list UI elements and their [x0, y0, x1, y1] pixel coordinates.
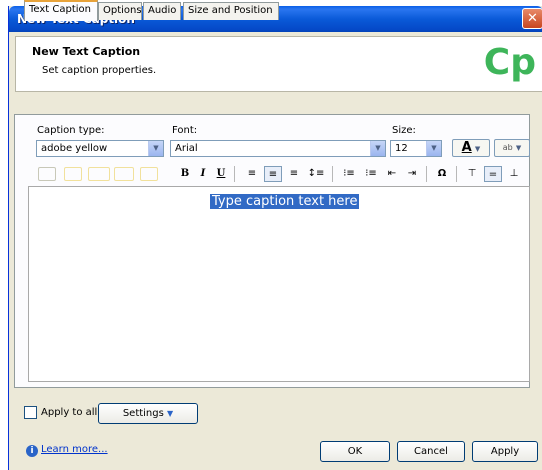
text-color-icon: A — [461, 140, 472, 155]
settings-button[interactable]: Settings ▼ — [98, 403, 198, 424]
caption-text[interactable]: Type caption text here — [210, 194, 360, 209]
chevron-down-icon: ▼ — [370, 141, 385, 156]
chevron-down-icon: ▼ — [515, 144, 522, 152]
caption-shape-bottom-callout-button[interactable] — [88, 167, 110, 181]
toolbar-separator — [234, 166, 235, 182]
chevron-down-icon: ▼ — [474, 145, 481, 153]
caption-shape-rect-button[interactable] — [38, 167, 56, 181]
header-panel: New Text Caption Set caption properties.… — [15, 36, 542, 92]
apply-button[interactable]: Apply — [472, 441, 538, 462]
captivate-logo: Cp — [483, 42, 536, 83]
apply-to-all-label: Apply to all — [41, 407, 98, 418]
settings-label: Settings — [122, 408, 164, 419]
cancel-button[interactable]: Cancel — [397, 441, 465, 462]
caption-shape-right-callout-button[interactable] — [114, 167, 134, 181]
align-center-button[interactable]: ≡ — [264, 166, 282, 182]
apply-to-all-checkbox[interactable] — [24, 406, 37, 419]
underline-button[interactable]: U — [214, 166, 228, 182]
size-value: 12 — [395, 143, 408, 154]
valign-top-button[interactable]: ⊤ — [464, 166, 480, 182]
chevron-down-icon: ▼ — [167, 409, 174, 418]
chevron-down-icon: ▼ — [148, 141, 163, 156]
numbered-list-button[interactable]: ⁝≡ — [362, 166, 380, 182]
caption-text-editor[interactable] — [28, 186, 530, 382]
italic-button[interactable]: I — [196, 166, 210, 182]
tab-audio[interactable]: Audio — [143, 2, 181, 20]
header-subtitle: Set caption properties. — [42, 65, 157, 76]
caption-type-label: Caption type: — [37, 125, 105, 136]
toolbar-separator — [456, 166, 457, 182]
info-icon: i — [26, 445, 38, 457]
header-title: New Text Caption — [32, 45, 141, 58]
size-select[interactable]: 12 ▼ — [390, 140, 442, 157]
highlight-icon: ab — [502, 143, 513, 152]
text-color-button[interactable]: A ▼ — [452, 139, 490, 157]
toolbar-separator — [426, 166, 427, 182]
desktop-background — [0, 0, 8, 470]
font-value: Arial — [175, 143, 198, 154]
tab-text-caption[interactable]: Text Caption — [24, 0, 98, 21]
tab-size-and-position[interactable]: Size and Position — [183, 2, 279, 20]
learn-more-link[interactable]: Learn more... — [41, 444, 108, 455]
valign-middle-button[interactable]: = — [484, 166, 502, 182]
chevron-down-icon: ▼ — [426, 141, 441, 156]
close-button[interactable]: ✕ — [522, 8, 542, 29]
tab-options[interactable]: Options — [98, 2, 142, 20]
line-spacing-button[interactable]: ↕≡ — [306, 166, 326, 182]
align-right-button[interactable]: ≡ — [286, 166, 302, 182]
caption-type-select[interactable]: adobe yellow ▼ — [36, 140, 164, 157]
caption-shape-top-callout-button[interactable] — [140, 167, 158, 181]
ok-button[interactable]: OK — [320, 441, 390, 462]
bulleted-list-button[interactable]: ⁝≡ — [340, 166, 358, 182]
close-icon: ✕ — [527, 11, 538, 26]
decrease-indent-button[interactable]: ⇤ — [384, 166, 400, 182]
increase-indent-button[interactable]: ⇥ — [404, 166, 420, 182]
font-label: Font: — [172, 125, 198, 136]
bold-button[interactable]: B — [178, 166, 192, 182]
caption-type-value: adobe yellow — [41, 143, 108, 154]
highlight-color-button[interactable]: ab ▼ — [494, 139, 530, 157]
valign-bottom-button[interactable]: ⊥ — [506, 166, 522, 182]
align-left-button[interactable]: ≡ — [244, 166, 260, 182]
size-label: Size: — [392, 125, 416, 136]
caption-shape-left-callout-button[interactable] — [64, 167, 82, 181]
insert-symbol-button[interactable]: Ω — [434, 166, 450, 182]
font-select[interactable]: Arial ▼ — [170, 140, 386, 157]
toolbar-separator — [332, 166, 333, 182]
